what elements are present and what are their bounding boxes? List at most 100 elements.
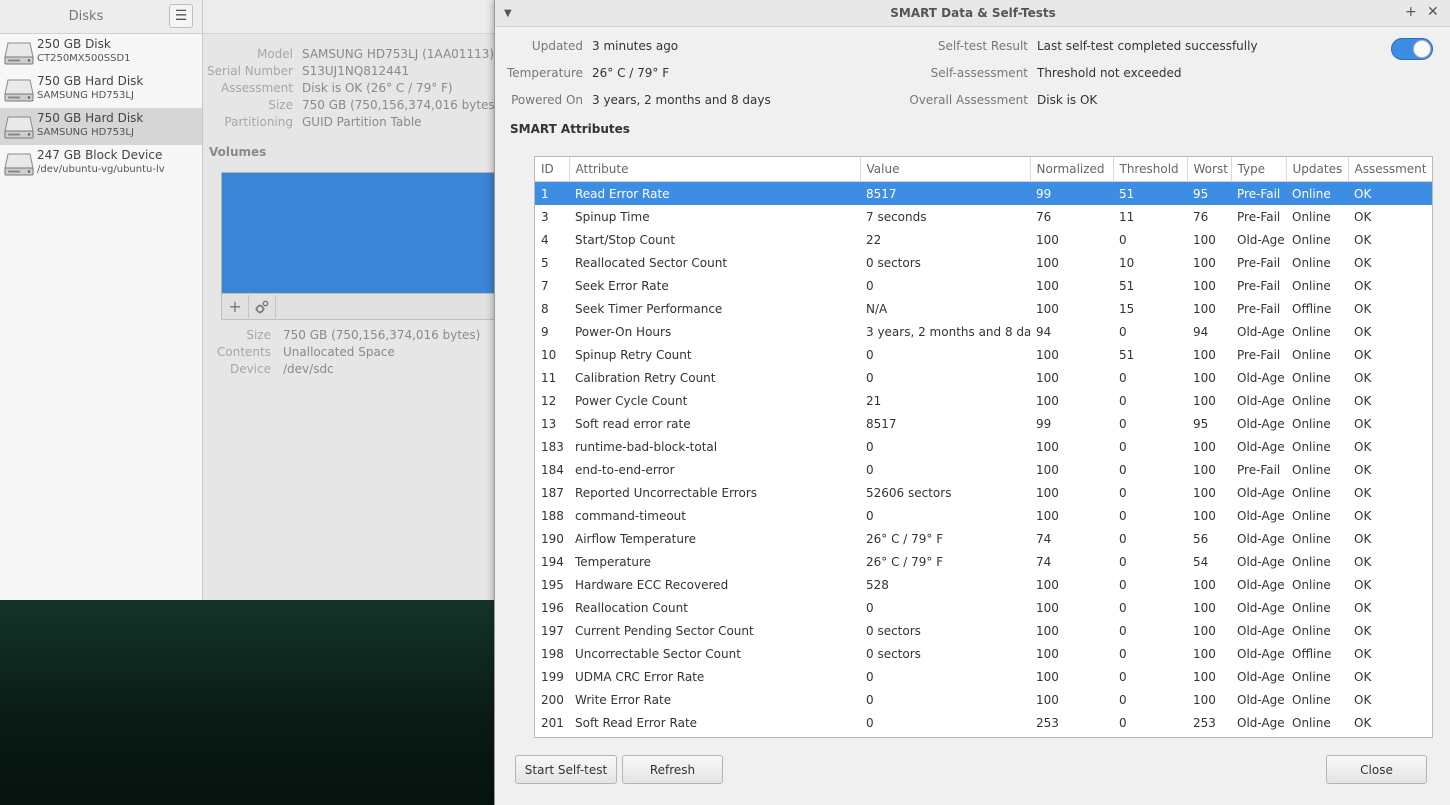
table-cell: 100 bbox=[1036, 600, 1059, 615]
table-header: ID Attribute Value Normalized Threshold Worst… bbox=[535, 157, 1432, 182]
partition-settings-button[interactable] bbox=[249, 295, 276, 318]
table-row[interactable]: 184 end-to-end-error 0 100 0 100 Pre-Fail Onlin… bbox=[535, 458, 1432, 481]
table-row[interactable]: 12 Power Cycle Count 21 100 0 100 Old-Age Onlin… bbox=[535, 389, 1432, 412]
table-row[interactable]: 9 Power-On Hours 3 years, 2 months and 8 d… bbox=[535, 320, 1432, 343]
table-cell: 0 bbox=[866, 669, 874, 684]
table-row[interactable]: 190 Airflow Temperature 26° C / 79° F 74 0 56… bbox=[535, 527, 1432, 550]
table-cell: 0 bbox=[866, 439, 874, 454]
table-cell: Online bbox=[1292, 669, 1331, 684]
table-row[interactable]: 198 Uncorrectable Sector Count 0 sectors 10… bbox=[535, 642, 1432, 665]
column-header[interactable]: Type bbox=[1231, 157, 1287, 182]
table-cell: 10 bbox=[1119, 255, 1135, 270]
table-cell: Offline bbox=[1292, 646, 1332, 661]
gears-icon bbox=[255, 300, 269, 313]
table-cell: 95 bbox=[1193, 416, 1209, 431]
updated-value: 3 minutes ago bbox=[592, 39, 679, 53]
table-row[interactable]: 201 Soft Read Error Rate 0 253 0 253 Old-Age On… bbox=[535, 711, 1432, 734]
table-cell: Online bbox=[1292, 232, 1331, 247]
table-cell: Pre-Fail bbox=[1237, 209, 1281, 224]
table-cell: UDMA CRC Error Rate bbox=[575, 669, 705, 684]
table-cell: Current Pending Sector Count bbox=[575, 623, 754, 638]
table-row[interactable]: 3 Spinup Time 7 seconds 76 11 76 Pre-Fail Onlin… bbox=[535, 205, 1432, 228]
column-header[interactable]: Updates bbox=[1286, 157, 1349, 182]
table-cell: 100 bbox=[1193, 646, 1216, 661]
table-row[interactable]: 1 Read Error Rate 8517 99 51 95 Pre-Fail Online… bbox=[535, 181, 1432, 205]
table-row[interactable]: 5 Reallocated Sector Count 0 sectors 100 10 1… bbox=[535, 251, 1432, 274]
create-partition-button[interactable]: + bbox=[222, 295, 249, 318]
table-row[interactable]: 197 Current Pending Sector Count 0 sectors… bbox=[535, 619, 1432, 642]
table-row[interactable]: 194 Temperature 26° C / 79° F 74 0 54 Old-Age O… bbox=[535, 550, 1432, 573]
table-cell: OK bbox=[1354, 623, 1372, 638]
table-cell: 100 bbox=[1036, 462, 1059, 477]
table-cell: Old-Age bbox=[1237, 485, 1285, 500]
close-button[interactable]: Close bbox=[1326, 755, 1427, 784]
table-cell: OK bbox=[1354, 278, 1372, 293]
column-header[interactable]: Assessment bbox=[1348, 157, 1432, 182]
table-row[interactable]: 188 command-timeout 0 100 0 100 Old-Age Online O… bbox=[535, 504, 1432, 527]
column-header[interactable]: Worst bbox=[1187, 157, 1232, 182]
disk-list-item[interactable]: 247 GB Block Device/dev/ubuntu-vg/ubuntu… bbox=[0, 145, 202, 182]
disk-name: 750 GB Hard Disk bbox=[37, 111, 144, 125]
table-row[interactable]: 4 Start/Stop Count 22 100 0 100 Old-Age Online O… bbox=[535, 228, 1432, 251]
smart-enabled-switch[interactable] bbox=[1391, 38, 1433, 60]
table-cell: 187 bbox=[541, 485, 564, 500]
column-header[interactable]: Normalized bbox=[1030, 157, 1114, 182]
column-header[interactable]: ID bbox=[535, 157, 570, 182]
dialog-titlebar[interactable]: ▼ SMART Data & Self-Tests + ✕ bbox=[495, 0, 1450, 27]
table-row[interactable]: 10 Spinup Retry Count 0 100 51 100 Pre-Fail Onl… bbox=[535, 343, 1432, 366]
column-header[interactable]: Value bbox=[860, 157, 1031, 182]
disk-list-item[interactable]: 750 GB Hard Disk SAMSUNG HD753LJ bbox=[0, 108, 202, 145]
table-cell: 54 bbox=[1193, 554, 1209, 569]
refresh-button[interactable]: Refresh bbox=[622, 755, 723, 784]
hard-disk-icon bbox=[4, 79, 34, 102]
table-row[interactable]: 13 Soft read error rate 8517 99 0 95 Old-Age On… bbox=[535, 412, 1432, 435]
volume-map[interactable] bbox=[221, 172, 496, 294]
table-cell: Online bbox=[1292, 577, 1331, 592]
table-cell: Old-Age bbox=[1237, 646, 1285, 661]
table-cell: 100 bbox=[1036, 347, 1059, 362]
table-cell: 11 bbox=[541, 370, 557, 385]
table-cell: Old-Age bbox=[1237, 508, 1285, 523]
app-menu-button[interactable]: ☰ bbox=[169, 4, 193, 28]
volumes-title: Volumes bbox=[209, 145, 267, 159]
temperature-value: 26° C / 79° F bbox=[592, 66, 670, 80]
table-cell: 100 bbox=[1036, 255, 1059, 270]
table-cell: 100 bbox=[1193, 600, 1216, 615]
table-cell: Online bbox=[1292, 324, 1331, 339]
table-row[interactable]: 196 Reallocation Count 0 100 0 100 Old-Age Onli… bbox=[535, 596, 1432, 619]
table-cell: 51 bbox=[1113, 181, 1187, 205]
block-device-icon bbox=[4, 153, 34, 176]
column-header[interactable]: Attribute bbox=[569, 157, 861, 182]
table-cell: 100 bbox=[1036, 301, 1059, 316]
disk-list-item[interactable]: 750 GB Hard Disk SAMSUNG HD753LJ bbox=[0, 71, 202, 108]
maximize-button[interactable]: + bbox=[1405, 4, 1417, 20]
table-cell: Seek Error Rate bbox=[575, 278, 669, 293]
table-row[interactable]: 11 Calibration Retry Count 0 100 0 100 Old-Age… bbox=[535, 366, 1432, 389]
overall-assessment-label: Overall Assessment bbox=[909, 93, 1028, 107]
hard-disk-icon bbox=[4, 116, 34, 139]
partitioning-value: GUID Partition Table bbox=[302, 115, 422, 129]
table-row[interactable]: 199 UDMA CRC Error Rate 0 100 0 100 Old-Age Onl… bbox=[535, 665, 1432, 688]
column-header[interactable]: Threshold bbox=[1113, 157, 1188, 182]
table-cell: 74 bbox=[1036, 531, 1052, 546]
table-cell: runtime-bad-block-total bbox=[575, 439, 718, 454]
table-row[interactable]: 187 Reported Uncorrectable Errors 52606 se… bbox=[535, 481, 1432, 504]
start-selftest-button[interactable]: Start Self-test bbox=[515, 755, 617, 784]
table-row[interactable]: 7 Seek Error Rate 0 100 51 100 Pre-Fail Online O… bbox=[535, 274, 1432, 297]
table-cell: 12 bbox=[541, 393, 557, 408]
size-value: 750 GB (750,156,374,016 bytes) bbox=[302, 98, 496, 112]
disk-details-pane: Model SAMSUNG HD753LJ (1AA01113) Serial N… bbox=[203, 0, 496, 600]
table-row[interactable]: 183 runtime-bad-block-total 0 100 0 100 Old-Ag… bbox=[535, 435, 1432, 458]
close-window-button[interactable]: ✕ bbox=[1427, 4, 1439, 20]
table-cell: 100 bbox=[1193, 669, 1216, 684]
table-cell: Reallocated Sector Count bbox=[575, 255, 728, 270]
table-cell: Online bbox=[1292, 485, 1331, 500]
table-cell: OK bbox=[1354, 692, 1372, 707]
table-row[interactable]: 200 Write Error Rate 0 100 0 100 Old-Age Online… bbox=[535, 688, 1432, 711]
table-cell: Online bbox=[1292, 554, 1331, 569]
table-row[interactable]: 8 Seek Timer Performance N/A 100 15 100 Pre-Fa… bbox=[535, 297, 1432, 320]
table-cell: Online bbox=[1292, 715, 1331, 730]
table-cell: Online bbox=[1292, 508, 1331, 523]
disk-list-item[interactable]: 250 GB Disk CT250MX500SSD1 bbox=[0, 34, 202, 71]
table-row[interactable]: 195 Hardware ECC Recovered 528 100 0 100 Old-A… bbox=[535, 573, 1432, 596]
